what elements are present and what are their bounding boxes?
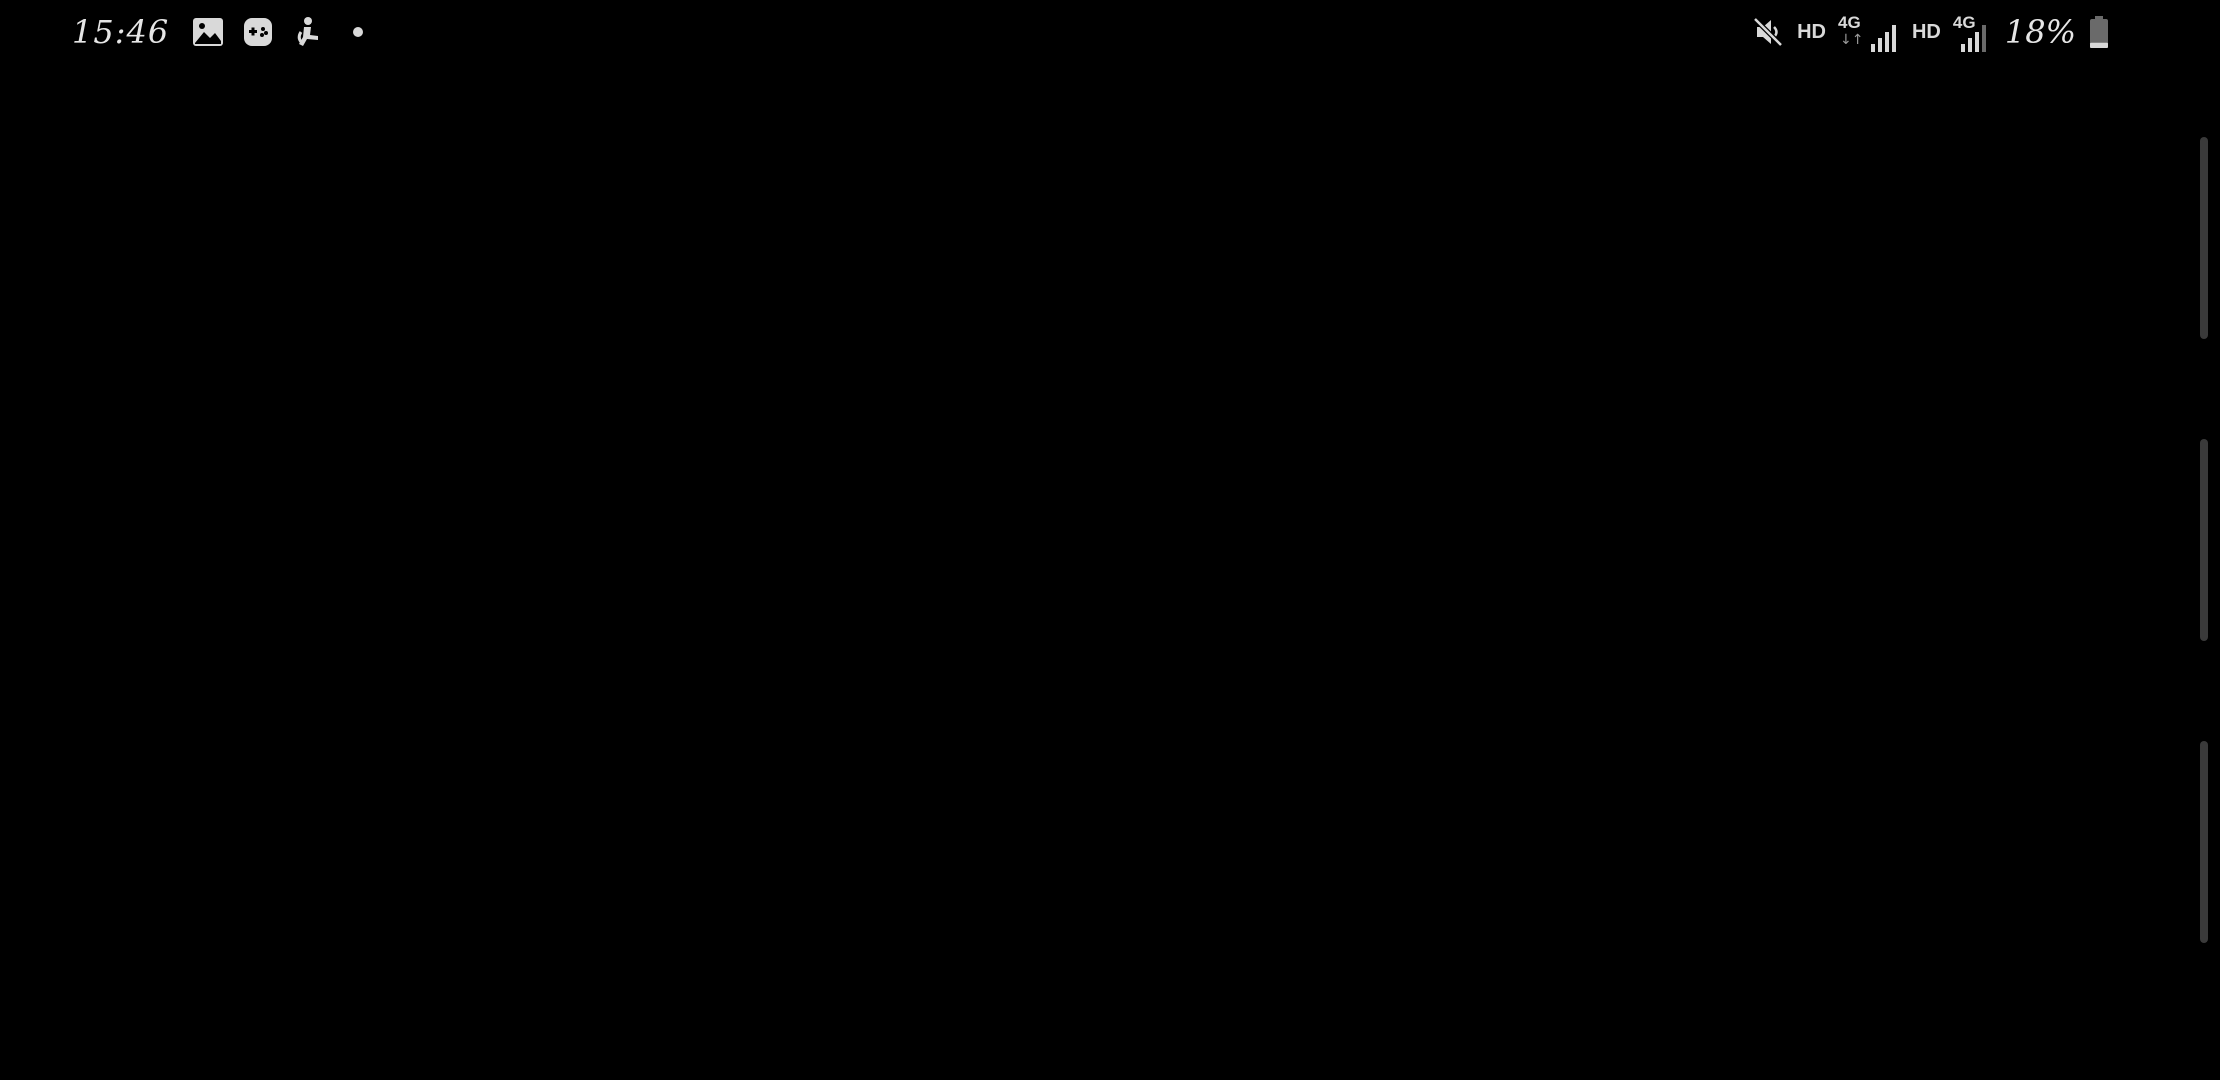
sim1-network: 4G ↓↑ (1838, 12, 1900, 52)
edge-panel-handle[interactable] (2200, 137, 2208, 339)
sim2-network: 4G (1953, 12, 1993, 52)
edge-panel-handle[interactable] (2200, 741, 2208, 943)
status-left-group: 15:46 (72, 12, 375, 52)
data-activity-arrows: ↓↑ (1839, 32, 1864, 48)
hd-voice-label-sim1: HD (1797, 21, 1826, 43)
phone-screen: 15:46 HD 4G ↓↑ HD 4G 18% (0, 0, 2220, 1080)
edge-panel-handle[interactable] (2200, 439, 2208, 641)
status-right-group: HD 4G ↓↑ HD 4G 18% (1751, 10, 2110, 54)
network-type-label: 4G (1952, 13, 1976, 32)
battery-percent: 18% (2004, 13, 2076, 51)
battery-icon (2088, 15, 2110, 49)
network-type-label: 4G (1837, 13, 1861, 32)
status-clock: 15:46 (72, 13, 170, 51)
game-controller-icon (241, 15, 275, 49)
gallery-icon (191, 15, 225, 49)
hd-voice-label-sim2: HD (1911, 21, 1941, 43)
accessibility-person-icon (291, 15, 325, 49)
signal-strength-icon (1870, 25, 1896, 52)
dot-indicator (341, 15, 375, 49)
status-bar[interactable]: 15:46 HD 4G ↓↑ HD 4G 18% (0, 0, 2220, 64)
muted-speaker-icon (1751, 15, 1785, 49)
